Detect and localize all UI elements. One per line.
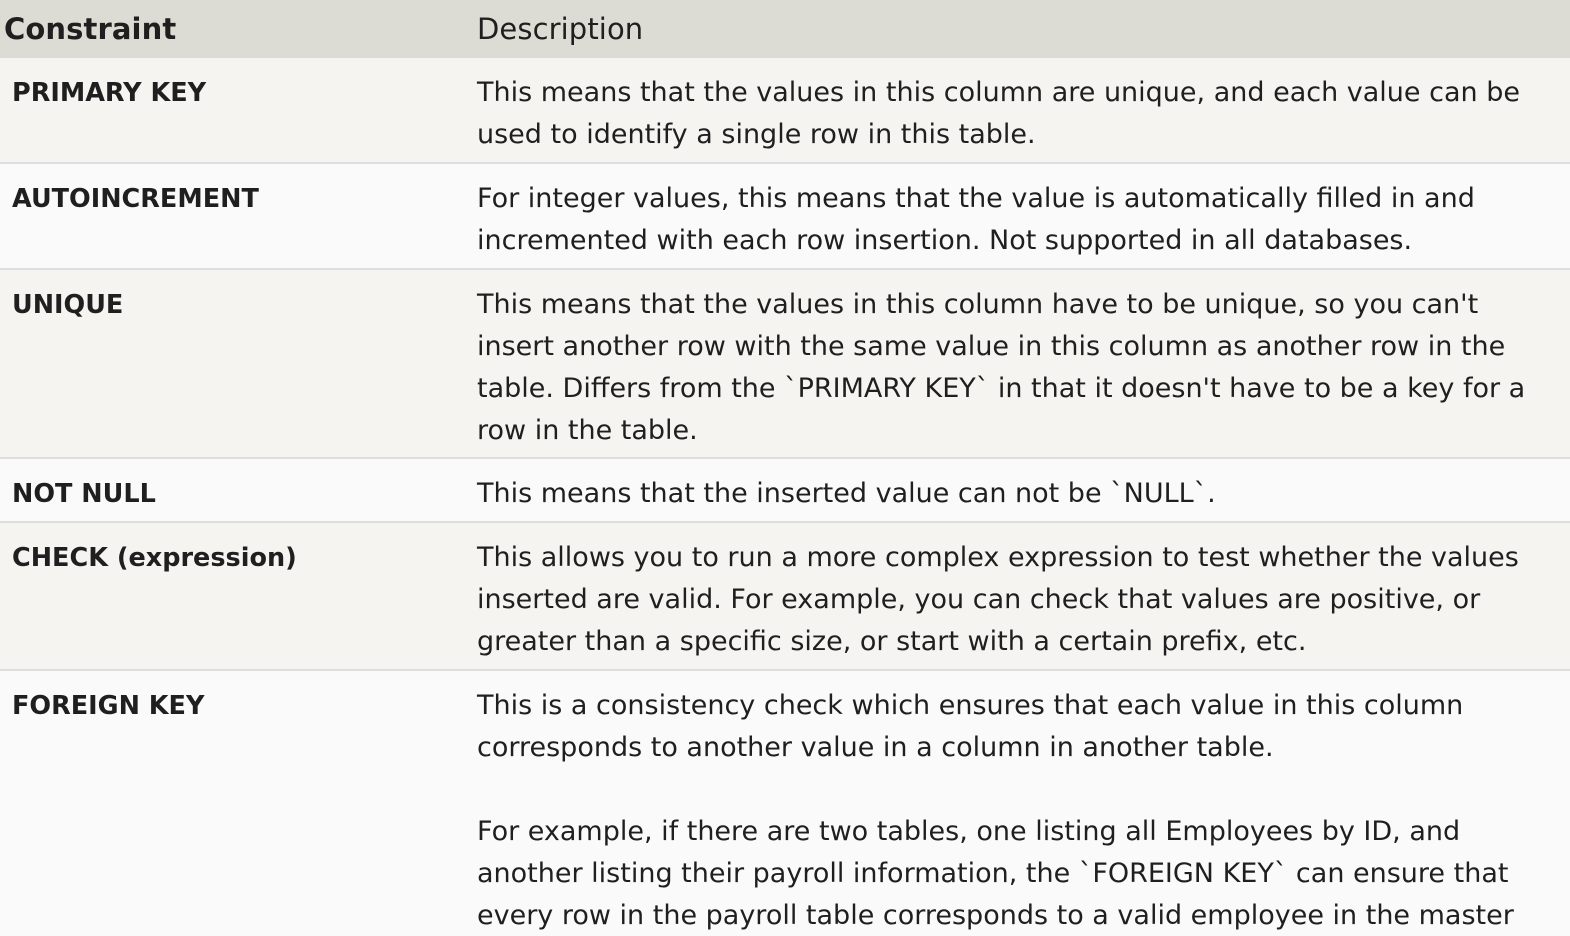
table-row: NOT NULL This means that the inserted va… xyxy=(0,459,1570,523)
table-row: AUTOINCREMENT For integer values, this m… xyxy=(0,164,1570,270)
constraint-description: This is a consistency check which ensure… xyxy=(477,671,1570,936)
description-paragraph: This means that the values in this colum… xyxy=(477,289,1526,446)
description-paragraph: For integer values, this means that the … xyxy=(477,183,1475,256)
header-constraint: Constraint xyxy=(4,12,177,46)
description-paragraph: This means that the inserted value can n… xyxy=(477,478,1216,509)
description-paragraph: This is a consistency check which ensure… xyxy=(477,690,1464,763)
description-paragraph: This means that the values in this colum… xyxy=(477,77,1520,150)
constraint-description: This means that the inserted value can n… xyxy=(477,459,1570,521)
table-row: FOREIGN KEY This is a consistency check … xyxy=(0,671,1570,936)
description-paragraph: This allows you to run a more complex ex… xyxy=(477,542,1519,657)
constraint-description: This allows you to run a more complex ex… xyxy=(477,523,1570,669)
constraint-name: PRIMARY KEY xyxy=(12,78,207,108)
constraint-name: AUTOINCREMENT xyxy=(12,184,259,214)
constraint-description: This means that the values in this colum… xyxy=(477,58,1570,162)
table-row: PRIMARY KEY This means that the values i… xyxy=(0,58,1570,164)
header-description: Description xyxy=(477,12,644,46)
table-row: UNIQUE This means that the values in thi… xyxy=(0,270,1570,459)
constraint-name: FOREIGN KEY xyxy=(12,691,205,721)
table-row: CHECK (expression) This allows you to ru… xyxy=(0,523,1570,671)
description-paragraph: For example, if there are two tables, on… xyxy=(477,816,1514,931)
constraints-table: Constraint Description PRIMARY KEY This … xyxy=(0,0,1570,936)
constraint-description: For integer values, this means that the … xyxy=(477,164,1570,268)
constraint-name: NOT NULL xyxy=(12,479,156,509)
table-header: Constraint Description xyxy=(0,0,1570,58)
constraint-name: CHECK (expression) xyxy=(12,543,297,573)
constraint-name: UNIQUE xyxy=(12,290,124,320)
constraint-description: This means that the values in this colum… xyxy=(477,270,1570,457)
